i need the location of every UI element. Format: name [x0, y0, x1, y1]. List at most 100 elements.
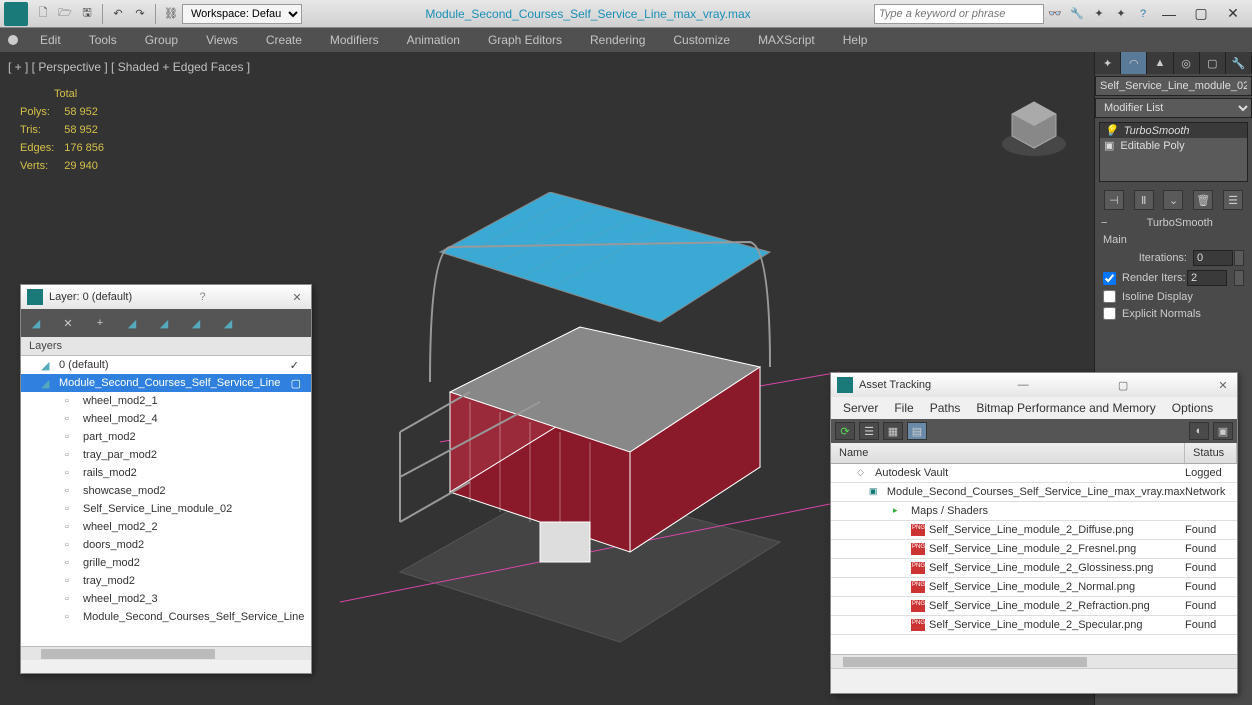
app-menu-icon[interactable] [8, 35, 18, 45]
menu-views[interactable]: Views [192, 33, 252, 47]
minimize-icon[interactable]: — [1162, 7, 1176, 21]
open-file-icon[interactable]: 🗁 [55, 4, 75, 24]
layer-item[interactable]: ◢Module_Second_Courses_Self_Service_Line… [21, 374, 311, 392]
refresh-icon[interactable]: ⟳ [835, 422, 855, 440]
modify-tab-icon[interactable]: ◠ [1121, 52, 1147, 74]
tool-icon[interactable]: ▣ [1213, 422, 1233, 440]
layer-item[interactable]: ▫wheel_mod2_1 [21, 392, 311, 410]
link-icon[interactable]: ⛓ [161, 4, 181, 24]
layer-item[interactable]: ▫part_mod2 [21, 428, 311, 446]
menu-animation[interactable]: Animation [393, 33, 474, 47]
wrench-icon[interactable]: 🔧 [1067, 4, 1087, 24]
render-iters-checkbox[interactable] [1103, 272, 1116, 285]
menu-tools[interactable]: Tools [75, 33, 131, 47]
add-icon[interactable]: + [91, 314, 109, 332]
display-tab-icon[interactable]: ▢ [1200, 52, 1226, 74]
spinner-buttons[interactable] [1234, 270, 1244, 286]
view-icon[interactable]: ▤ [907, 422, 927, 440]
layer-item[interactable]: ◢0 (default)✓ [21, 356, 311, 374]
search-input[interactable] [874, 4, 1044, 24]
minimize-icon[interactable]: — [1015, 379, 1031, 391]
asset-row[interactable]: PNGSelf_Service_Line_module_2_Fresnel.pn… [831, 540, 1237, 559]
viewport-label[interactable]: [ + ] [ Perspective ] [ Shaded + Edged F… [8, 60, 250, 74]
viewcube[interactable] [994, 92, 1074, 162]
asset-dialog-title[interactable]: Asset Tracking — ▢ ✕ [831, 373, 1237, 397]
show-end-icon[interactable]: Ⅱ [1134, 190, 1154, 210]
layer-dialog-title[interactable]: Layer: 0 (default) ? ✕ [21, 285, 311, 309]
help-button[interactable]: ? [200, 291, 206, 303]
layer-list[interactable]: ◢0 (default)✓◢Module_Second_Courses_Self… [21, 356, 311, 646]
layers-header[interactable]: Layers [21, 337, 311, 356]
motion-tab-icon[interactable]: ◎ [1174, 52, 1200, 74]
asset-row[interactable]: PNGSelf_Service_Line_module_2_Specular.p… [831, 616, 1237, 635]
asset-row[interactable]: PNGSelf_Service_Line_module_2_Normal.png… [831, 578, 1237, 597]
layer-item[interactable]: ▫showcase_mod2 [21, 482, 311, 500]
layer-item[interactable]: ▫Self_Service_Line_module_02 [21, 500, 311, 518]
utilities-tab-icon[interactable]: 🔧 [1226, 52, 1252, 74]
layer-item[interactable]: ▫wheel_mod2_3 [21, 590, 311, 608]
unique-icon[interactable]: ⌄ [1163, 190, 1183, 210]
modifier-editable-poly[interactable]: ▣Editable Poly [1100, 138, 1247, 153]
layer-item[interactable]: ▫tray_par_mod2 [21, 446, 311, 464]
app-icon[interactable] [4, 2, 28, 26]
menu-modifiers[interactable]: Modifiers [316, 33, 393, 47]
iterations-input[interactable] [1193, 250, 1233, 266]
binoculars-icon[interactable]: 👓 [1045, 4, 1065, 24]
configure-icon[interactable]: ☰ [1223, 190, 1243, 210]
scrollbar[interactable] [831, 654, 1237, 668]
view-icon[interactable]: ☰ [859, 422, 879, 440]
asset-menu-options[interactable]: Options [1164, 401, 1221, 415]
star-icon[interactable]: ✦ [1089, 4, 1109, 24]
explicit-checkbox[interactable] [1103, 307, 1116, 320]
asset-menu-file[interactable]: File [886, 401, 921, 415]
redo-icon[interactable]: ↷ [130, 4, 150, 24]
menu-help[interactable]: Help [829, 33, 882, 47]
rollup-header[interactable]: −TurboSmooth [1095, 214, 1252, 232]
view-icon[interactable]: ▦ [883, 422, 903, 440]
layer-item[interactable]: ▫doors_mod2 [21, 536, 311, 554]
help-icon[interactable]: ? [1133, 4, 1153, 24]
layer-tool-icon[interactable]: ◢ [187, 314, 205, 332]
layer-item[interactable]: ▫tray_mod2 [21, 572, 311, 590]
new-file-icon[interactable]: 🗋 [33, 4, 53, 24]
asset-row[interactable]: ▣Module_Second_Courses_Self_Service_Line… [831, 483, 1237, 502]
status-column[interactable]: Status [1185, 443, 1237, 463]
asset-row[interactable]: PNGSelf_Service_Line_module_2_Diffuse.pn… [831, 521, 1237, 540]
scrollbar[interactable] [21, 646, 311, 660]
asset-menu-server[interactable]: Server [835, 401, 886, 415]
menu-maxscript[interactable]: MAXScript [744, 33, 829, 47]
layer-item[interactable]: ▫wheel_mod2_2 [21, 518, 311, 536]
menu-create[interactable]: Create [252, 33, 316, 47]
modifier-list-select[interactable]: Modifier List [1095, 98, 1252, 118]
menu-group[interactable]: Group [131, 33, 192, 47]
close-icon[interactable]: ✕ [1215, 379, 1231, 392]
menu-edit[interactable]: Edit [26, 33, 75, 47]
menu-customize[interactable]: Customize [659, 33, 744, 47]
isoline-checkbox[interactable] [1103, 290, 1116, 303]
menu-rendering[interactable]: Rendering [576, 33, 659, 47]
asset-row[interactable]: PNGSelf_Service_Line_module_2_Glossiness… [831, 559, 1237, 578]
close-icon[interactable]: ✕ [1226, 7, 1240, 21]
asset-row[interactable]: ◇Autodesk VaultLogged [831, 464, 1237, 483]
object-name-input[interactable] [1095, 76, 1252, 96]
asset-list[interactable]: ◇Autodesk VaultLogged▣Module_Second_Cour… [831, 464, 1237, 654]
layer-tool-icon[interactable]: ◢ [123, 314, 141, 332]
layer-item[interactable]: ▫rails_mod2 [21, 464, 311, 482]
layer-tool-icon[interactable]: ◢ [27, 314, 45, 332]
render-iters-input[interactable] [1187, 270, 1227, 286]
modifier-stack[interactable]: 💡TurboSmooth ▣Editable Poly [1099, 122, 1248, 182]
workspace-select[interactable]: Workspace: Default [182, 4, 302, 24]
maximize-icon[interactable]: ▢ [1115, 379, 1131, 392]
close-icon[interactable]: ✕ [289, 291, 305, 304]
asset-row[interactable]: PNGSelf_Service_Line_module_2_Refraction… [831, 597, 1237, 616]
layer-tool-icon[interactable]: ◢ [155, 314, 173, 332]
maximize-icon[interactable]: ▢ [1194, 7, 1208, 21]
spinner-buttons[interactable] [1234, 250, 1244, 266]
pin-stack-icon[interactable]: ⊣ [1104, 190, 1124, 210]
hierarchy-tab-icon[interactable]: ▲ [1147, 52, 1173, 74]
asset-row[interactable]: ▸Maps / Shaders [831, 502, 1237, 521]
create-tab-icon[interactable]: ✦ [1095, 52, 1121, 74]
asset-menu-bitmap-performance-and-memory[interactable]: Bitmap Performance and Memory [968, 401, 1163, 415]
layer-item[interactable]: ▫grille_mod2 [21, 554, 311, 572]
menu-graph editors[interactable]: Graph Editors [474, 33, 576, 47]
